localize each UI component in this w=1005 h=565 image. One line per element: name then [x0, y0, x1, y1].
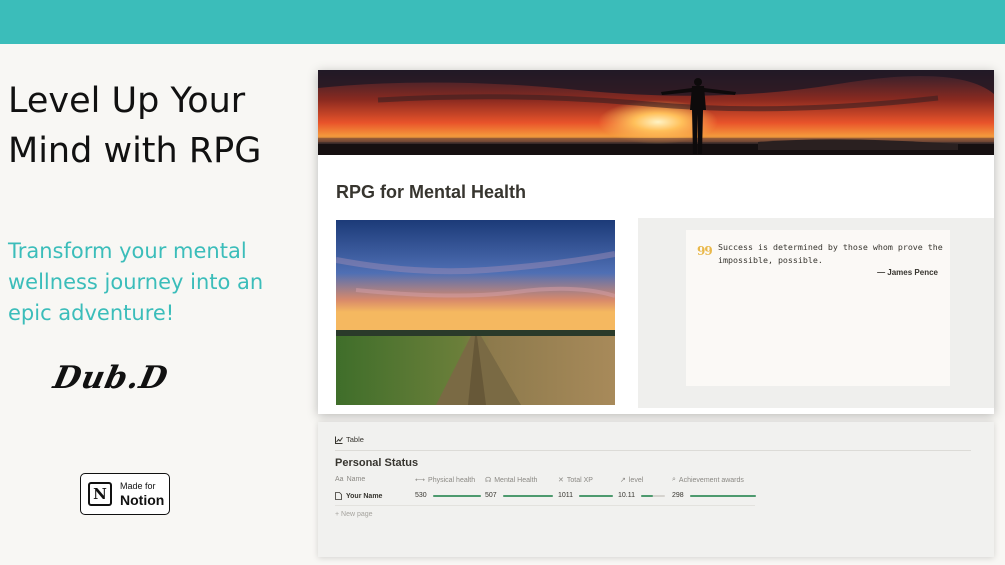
quote-line-1: Success is determined by those whom prov…: [718, 242, 943, 252]
xp-progress-fill: [579, 494, 614, 497]
column-header-name-label: Name: [346, 476, 366, 483]
row-level-value: 10.11: [618, 492, 635, 499]
column-header-level[interactable]: ↗ level: [620, 476, 644, 485]
physical-progress-bar: [432, 494, 481, 497]
text-aa-icon: Aa: [335, 476, 344, 483]
author-signature: Dub.D: [50, 360, 172, 396]
awards-progress-fill: [689, 494, 756, 497]
notion-page-screenshot: RPG for Mental Health 99 Success is dete…: [318, 70, 994, 414]
column-header-mental-label: Mental Health: [494, 476, 538, 484]
plus-icon: +: [335, 511, 340, 518]
xp-progress-bar: [579, 494, 614, 497]
headline-line-1: Level Up Your: [8, 81, 246, 121]
new-page-button[interactable]: + New page: [335, 511, 373, 518]
top-banner: [0, 0, 1005, 44]
badge-text: Made for Notion: [120, 481, 164, 508]
row-mental-cell[interactable]: 507: [485, 492, 553, 499]
dumbbell-icon: ⟷: [415, 477, 426, 484]
row-name-cell[interactable]: Your Name: [335, 492, 382, 500]
column-header-total-xp[interactable]: ✕ Total XP: [558, 476, 593, 485]
column-header-awards-label: Achievement awards: [678, 476, 744, 484]
row-xp-cell[interactable]: 1011: [558, 492, 614, 499]
quote-author: — James Pence: [877, 268, 938, 277]
column-header-xp-label: Total XP: [566, 476, 593, 484]
notion-logo-icon: N: [88, 482, 112, 506]
database-title[interactable]: Personal Status: [335, 457, 418, 469]
mental-progress-bar: [502, 494, 553, 497]
sigma-icon: ✕: [558, 477, 564, 484]
row-awards-cell[interactable]: 298: [672, 492, 756, 499]
quote-callout-panel: 99 Success is determined by those whom p…: [638, 218, 994, 408]
quote-icon: 99: [697, 244, 713, 258]
level-progress-bar: [641, 494, 665, 497]
row-physical-value: 530: [415, 492, 427, 499]
row-xp-value: 1011: [558, 492, 574, 499]
made-for-notion-badge[interactable]: N Made for Notion: [80, 473, 170, 515]
tagline-line-2: wellness journey into an: [8, 270, 264, 294]
search-icon: ⌕: [672, 476, 676, 483]
column-header-level-label: level: [628, 476, 644, 484]
tab-divider: [335, 450, 971, 451]
brain-icon: ☊: [485, 477, 492, 484]
page-title: RPG for Mental Health: [336, 182, 527, 202]
level-progress-fill: [641, 494, 653, 497]
column-header-physical-health[interactable]: ⟷ Physical health: [415, 476, 476, 485]
wheat-field-image: [336, 220, 615, 405]
headline: Level Up Your Mind with RPG: [8, 76, 308, 176]
row-awards-value: 298: [672, 492, 684, 499]
quote-line-2: impossible, possible.: [718, 255, 823, 265]
row-level-cell[interactable]: 10.11: [618, 492, 665, 499]
row-name: Your Name: [346, 492, 383, 500]
new-page-label: New page: [341, 511, 373, 518]
row-divider: [335, 505, 755, 506]
tagline-line-3: epic adventure!: [8, 301, 175, 325]
tagline: Transform your mental wellness journey i…: [8, 236, 308, 329]
row-mental-value: 507: [485, 492, 497, 499]
awards-progress-bar: [689, 494, 756, 497]
column-header-mental-health[interactable]: ☊ Mental Health: [485, 476, 538, 485]
row-physical-cell[interactable]: 530: [415, 492, 481, 499]
column-header-achievement-awards[interactable]: ⌕ Achievement awards: [672, 476, 744, 484]
headline-line-2: Mind with RPG: [8, 131, 262, 171]
chart-icon: ↗: [620, 477, 626, 484]
physical-progress-fill: [432, 494, 481, 497]
tab-table[interactable]: Table: [335, 435, 364, 444]
table-chart-icon: [335, 436, 343, 444]
column-header-physical-label: Physical health: [428, 476, 476, 484]
mental-progress-fill: [502, 494, 553, 497]
badge-small-text: Made for: [120, 480, 156, 491]
tab-table-label: Table: [346, 435, 364, 444]
badge-big-text: Notion: [120, 491, 165, 508]
quote-callout: 99 Success is determined by those whom p…: [686, 230, 950, 386]
notion-database-screenshot: Table Personal Status Aa Name ⟷ Physical…: [318, 422, 994, 557]
tagline-line-1: Transform your mental: [8, 239, 247, 263]
sunset-cover-image: [318, 70, 994, 155]
quote-text: Success is determined by those whom prov…: [718, 241, 943, 267]
page-icon: [335, 492, 342, 500]
column-header-name[interactable]: Aa Name: [335, 476, 365, 483]
